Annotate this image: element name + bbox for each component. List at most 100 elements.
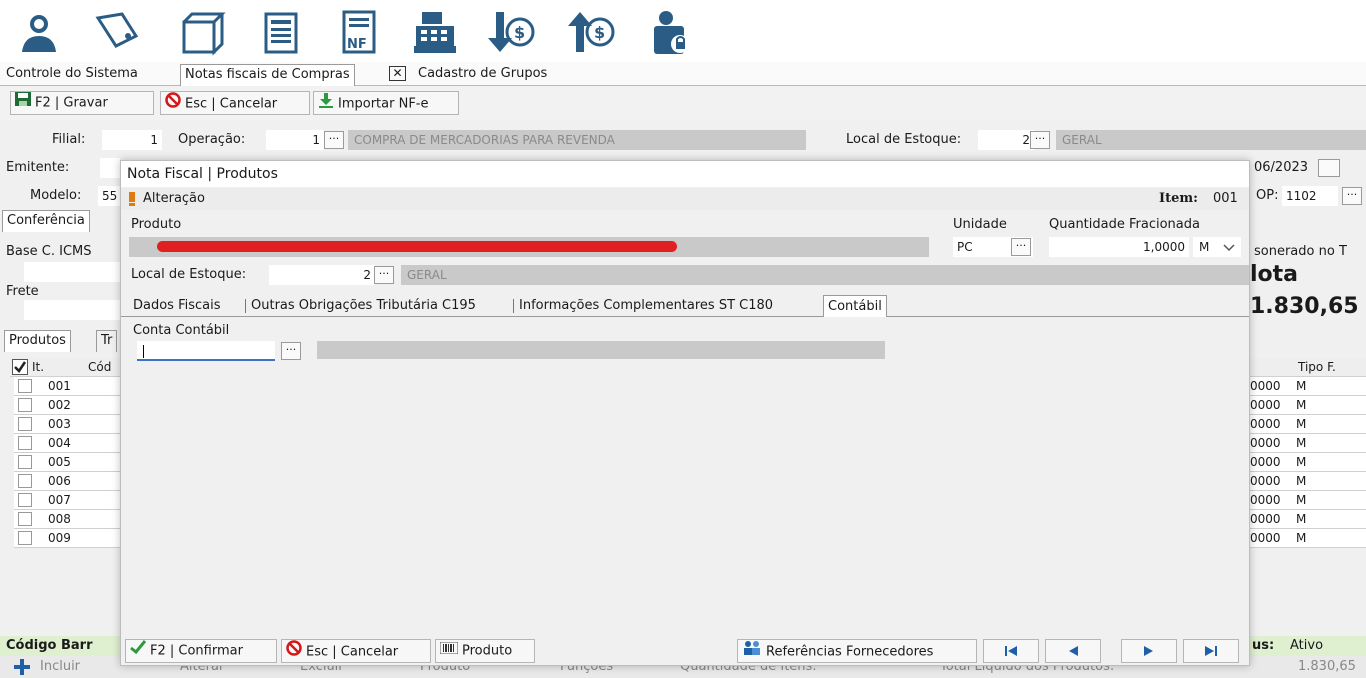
table-row[interactable]: 006 bbox=[14, 472, 120, 491]
dialog-cancel-button[interactable]: Esc | Cancelar bbox=[281, 639, 431, 663]
confirm-label: F2 | Confirmar bbox=[150, 643, 243, 659]
table-row[interactable]: 005 bbox=[14, 453, 120, 472]
date-field[interactable]: 06/2023 bbox=[1254, 160, 1308, 175]
table-row[interactable]: 002 bbox=[14, 396, 120, 415]
save-label: F2 | Gravar bbox=[35, 95, 108, 111]
row-checkbox[interactable] bbox=[18, 512, 32, 526]
tab-conferencia[interactable]: Conferência bbox=[2, 210, 90, 232]
base-icms-field[interactable] bbox=[24, 262, 120, 282]
table-row[interactable]: 008 bbox=[14, 510, 120, 529]
document-icon[interactable] bbox=[256, 8, 306, 56]
tab-controle-sistema[interactable]: Controle do Sistema bbox=[2, 64, 142, 86]
operacao-lookup-button[interactable]: ··· bbox=[324, 131, 344, 149]
tab-produtos[interactable]: Produtos bbox=[4, 330, 71, 352]
row-tipo: M bbox=[1296, 512, 1307, 526]
table-row[interactable]: 0000 M bbox=[1250, 529, 1366, 548]
column-cod[interactable]: Cód bbox=[88, 358, 111, 376]
row-checkbox[interactable] bbox=[18, 493, 32, 507]
tab-contabil[interactable]: Contábil bbox=[823, 295, 887, 317]
money-out-icon[interactable]: $ bbox=[486, 8, 536, 56]
first-record-button[interactable] bbox=[983, 639, 1039, 663]
tab-outras-obrigacoes[interactable]: Outras Obrigações Tributária C195 bbox=[247, 295, 480, 317]
column-tipo-f[interactable]: Tipo F. bbox=[1298, 358, 1336, 376]
cfop-lookup-button[interactable]: ··· bbox=[1342, 187, 1362, 205]
table-header-right: Tipo F. bbox=[1250, 358, 1366, 377]
column-it[interactable]: It. bbox=[32, 358, 44, 376]
box-icon[interactable] bbox=[176, 8, 226, 56]
modelo-field[interactable]: 55 bbox=[98, 186, 120, 206]
cash-register-icon[interactable] bbox=[410, 8, 460, 56]
frete-field[interactable] bbox=[24, 300, 120, 320]
tag-icon[interactable] bbox=[92, 8, 142, 56]
local-description: GERAL bbox=[401, 265, 1249, 285]
conta-lookup-button[interactable]: ··· bbox=[281, 342, 301, 360]
tab-informacoes-complementares[interactable]: Informações Complementares ST C180 bbox=[515, 295, 777, 317]
cancel-button[interactable]: Esc | Cancelar bbox=[160, 91, 310, 115]
import-label: Importar NF-e bbox=[338, 96, 429, 112]
table-header: It. Cód bbox=[10, 358, 120, 377]
nf-document-icon[interactable]: NF bbox=[334, 8, 384, 56]
table-row[interactable]: 0000 M bbox=[1250, 453, 1366, 472]
quantidade-unit-select[interactable]: M bbox=[1193, 237, 1241, 257]
money-in-icon[interactable]: $ bbox=[566, 8, 616, 56]
quantidade-field[interactable]: 1,0000 bbox=[1049, 237, 1189, 257]
table-row[interactable]: 003 bbox=[14, 415, 120, 434]
tab-notas-fiscais-compras[interactable]: Notas fiscais de Compras bbox=[180, 64, 355, 86]
tab-dados-fiscais[interactable]: Dados Fiscais bbox=[129, 295, 225, 317]
row-checkbox[interactable] bbox=[18, 531, 32, 545]
table-row[interactable]: 0000 M bbox=[1250, 396, 1366, 415]
table-row[interactable]: 009 bbox=[14, 529, 120, 548]
table-row[interactable]: 0000 M bbox=[1250, 377, 1366, 396]
row-checkbox[interactable] bbox=[18, 436, 32, 450]
tab-cadastro-grupos[interactable]: Cadastro de Grupos bbox=[414, 64, 551, 86]
produto-lookup-button[interactable]: Produto bbox=[435, 639, 535, 663]
next-icon bbox=[1143, 643, 1155, 658]
emitente-field[interactable] bbox=[100, 158, 120, 178]
last-record-button[interactable] bbox=[1183, 639, 1239, 663]
table-row[interactable]: 001 bbox=[14, 377, 120, 396]
row-item-number: 008 bbox=[48, 512, 71, 526]
row-checkbox[interactable] bbox=[18, 455, 32, 469]
table-row[interactable]: 0000 M bbox=[1250, 491, 1366, 510]
emitente-label: Emitente: bbox=[6, 160, 70, 175]
local-lookup-button[interactable]: ··· bbox=[1030, 131, 1050, 149]
contabil-panel: Conta Contábil ··· bbox=[121, 317, 1249, 627]
local-lookup-button[interactable]: ··· bbox=[374, 266, 394, 284]
import-nfe-button[interactable]: Importar NF-e bbox=[313, 91, 459, 115]
next-record-button[interactable] bbox=[1121, 639, 1177, 663]
table-row[interactable]: 0000 M bbox=[1250, 434, 1366, 453]
conta-contabil-field[interactable] bbox=[137, 341, 275, 361]
tab-tr[interactable]: Tr bbox=[96, 330, 118, 352]
close-tab-icon[interactable]: ✕ bbox=[389, 66, 406, 81]
cancel-label: Esc | Cancelar bbox=[185, 96, 278, 112]
row-checkbox[interactable] bbox=[18, 398, 32, 412]
check-icon bbox=[130, 640, 147, 662]
modelo-label: Modelo: bbox=[30, 188, 82, 203]
lock-person-icon[interactable] bbox=[646, 8, 696, 56]
user-icon[interactable] bbox=[14, 8, 64, 56]
desonerado-label: sonerado no T bbox=[1254, 244, 1347, 259]
text-cursor bbox=[143, 345, 144, 358]
previous-record-button[interactable] bbox=[1045, 639, 1101, 663]
cfop-field[interactable]: 1102 bbox=[1282, 186, 1338, 206]
local-estoque-field[interactable]: 2 bbox=[978, 130, 1034, 150]
table-row[interactable]: 007 bbox=[14, 491, 120, 510]
operacao-field[interactable]: 1 bbox=[266, 130, 324, 150]
referencias-fornecedores-button[interactable]: Referências Fornecedores bbox=[737, 639, 977, 663]
local-estoque-field[interactable]: 2 bbox=[269, 265, 375, 285]
nota-label: lota bbox=[1250, 262, 1299, 287]
confirm-button[interactable]: F2 | Confirmar bbox=[125, 639, 277, 663]
filial-field[interactable]: 1 bbox=[102, 130, 162, 150]
table-row[interactable]: 0000 M bbox=[1250, 472, 1366, 491]
incluir-button[interactable]: Incluir bbox=[40, 659, 80, 674]
row-checkbox[interactable] bbox=[18, 474, 32, 488]
table-row[interactable]: 0000 M bbox=[1250, 510, 1366, 529]
unidade-lookup-button[interactable]: ··· bbox=[1011, 238, 1031, 256]
table-row[interactable]: 0000 M bbox=[1250, 415, 1366, 434]
conta-description bbox=[317, 341, 885, 359]
save-button[interactable]: F2 | Gravar bbox=[10, 91, 154, 115]
table-row[interactable]: 004 bbox=[14, 434, 120, 453]
row-checkbox[interactable] bbox=[18, 417, 32, 431]
row-checkbox[interactable] bbox=[18, 379, 32, 393]
calendar-icon[interactable] bbox=[1318, 159, 1340, 177]
